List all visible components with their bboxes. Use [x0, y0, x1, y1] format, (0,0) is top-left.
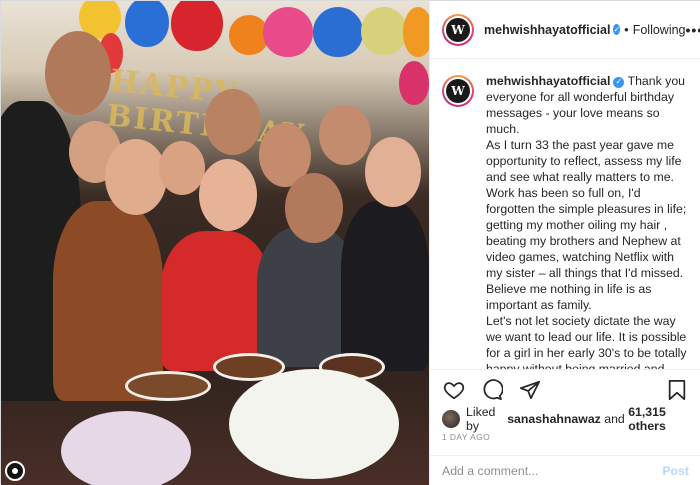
- verified-badge-icon: ✓: [613, 24, 621, 35]
- likes-prefix: Liked by: [466, 405, 496, 433]
- cake: [125, 371, 211, 401]
- likes-count-link[interactable]: 61,315 others: [628, 405, 693, 433]
- person: [365, 137, 421, 207]
- liker-username-link[interactable]: sanashahnawaz: [507, 412, 601, 426]
- balloon: [263, 7, 313, 57]
- username-link[interactable]: mehwishhayatofficial: [484, 23, 610, 37]
- person: [341, 201, 429, 371]
- person: [319, 105, 371, 165]
- balloon: [125, 1, 169, 47]
- tagged-people-icon[interactable]: [5, 461, 25, 481]
- likes-summary: Liked by sanashahnawaz and 61,315 others: [442, 405, 693, 433]
- post-comment-button[interactable]: Post: [662, 464, 689, 478]
- comment-input[interactable]: Add a comment...: [442, 464, 538, 478]
- following-button[interactable]: Following: [633, 23, 686, 37]
- caption-username[interactable]: mehwishhayatofficial: [486, 74, 610, 88]
- person: [105, 139, 167, 215]
- balloon: [361, 7, 407, 55]
- caption-section: W mehwishhayatofficial ✓ Thank you everyo…: [430, 59, 700, 369]
- balloon: [171, 1, 223, 51]
- post-photo[interactable]: HAPPY BIRTHDAY: [1, 1, 429, 485]
- heart-icon[interactable]: [442, 378, 466, 402]
- comment-box[interactable]: Add a comment... Post: [430, 455, 700, 485]
- share-icon[interactable]: [518, 378, 542, 402]
- caption-text: mehwishhayatofficial ✓ Thank you everyone…: [486, 73, 689, 369]
- instagram-post-modal: HAPPY BIRTHDAY W mehwishhayatofficial: [0, 0, 700, 485]
- action-bar: [430, 369, 700, 409]
- person: [205, 89, 261, 155]
- bookmark-icon[interactable]: [665, 378, 689, 402]
- person: [161, 231, 271, 371]
- profile-avatar[interactable]: W: [442, 13, 474, 46]
- likes-and: and: [604, 412, 625, 426]
- balloon: [313, 7, 363, 57]
- person: [53, 201, 163, 401]
- post-timestamp[interactable]: 1 DAY AGO: [442, 432, 490, 442]
- post-sidebar: W mehwishhayatofficial ✓ • Following •••…: [429, 1, 700, 485]
- person: [45, 31, 111, 115]
- person: [285, 173, 343, 243]
- person: [199, 159, 257, 231]
- flowers: [61, 411, 191, 485]
- more-icon[interactable]: •••: [686, 22, 700, 38]
- separator-dot: •: [624, 22, 629, 37]
- post-header: W mehwishhayatofficial ✓ • Following •••: [430, 1, 700, 59]
- flowers: [229, 369, 399, 479]
- verified-badge-icon: ✓: [613, 76, 625, 88]
- comment-icon[interactable]: [480, 378, 504, 402]
- balloon: [403, 7, 429, 57]
- liker-avatar[interactable]: [442, 410, 460, 428]
- caption-avatar[interactable]: W: [442, 75, 474, 107]
- caption-body: Thank you everyone for all wonderful bir…: [486, 74, 687, 369]
- person: [159, 141, 205, 195]
